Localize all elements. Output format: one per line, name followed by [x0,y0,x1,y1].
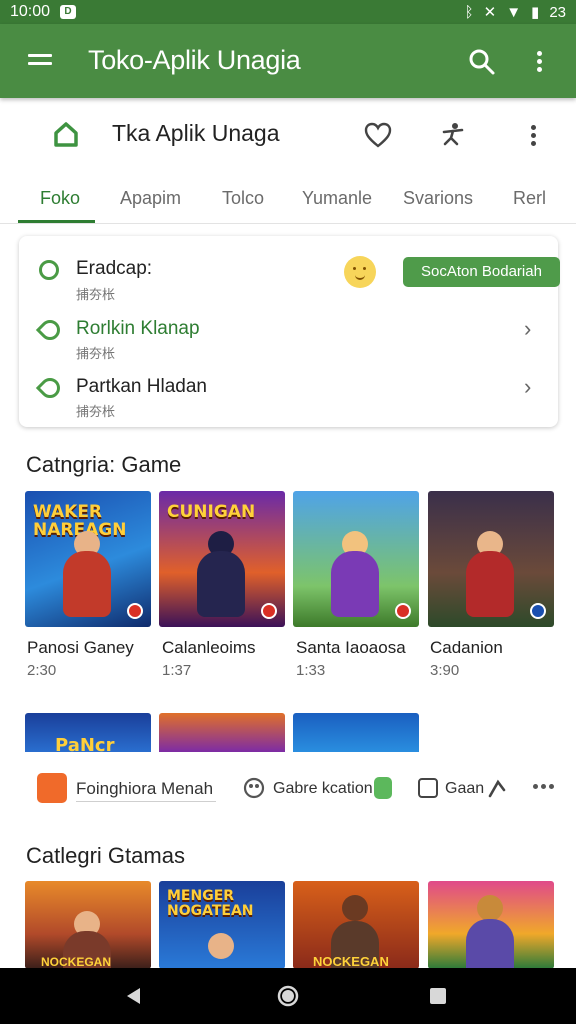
badge-icon [395,603,411,619]
section-title: Catngria: Game [26,452,182,477]
game-tile-partial[interactable] [293,713,419,753]
smiley-icon [344,256,376,288]
chip-bar: Foinghiora Menah Gabre kcation Gaan [0,752,576,824]
status-icons: ᛒ ✕ ▼ ▮ 23 [464,3,566,22]
tab-foko[interactable]: Foko [40,188,80,209]
chip-label[interactable]: Foinghiora Menah [76,779,213,799]
hero-head [477,895,503,921]
card-action-button[interactable]: SocAton Bodariah [403,257,560,287]
recents-icon[interactable] [429,987,447,1005]
badge-icon [261,603,277,619]
card-row-title[interactable]: Partkan Hladan [76,376,207,398]
arrow-icon[interactable] [486,778,508,800]
hero-figure [331,551,379,617]
tab-svarions[interactable]: Svarions [403,188,473,209]
app-title: Toko-Aplik Unagia [88,45,301,75]
more-vert-icon[interactable] [537,51,543,73]
badge-icon [127,603,143,619]
heart-icon[interactable] [364,122,392,148]
tab-indicator [18,220,95,223]
accessibility-icon[interactable] [440,122,466,148]
tab-apapim[interactable]: Apapim [120,188,181,209]
game-art-title: PaNcr [55,735,115,753]
game-tile[interactable] [293,491,419,627]
game-name[interactable]: Santa Iaoaosa [296,638,406,658]
more-vert-icon[interactable] [531,125,537,147]
chip-label[interactable]: Gaan [445,780,484,798]
wifi-icon: ▼ [506,3,522,21]
status-bar: 10:00 D ᛒ ✕ ▼ ▮ 23 [0,0,576,24]
hero-head [208,933,234,959]
game-art-title: NOCKEGAN [313,954,389,969]
game-name[interactable]: Calanleoims [162,638,256,658]
card-row-sub: 捕夯枨 [76,404,116,419]
leaf-icon [35,315,65,345]
battery-icon: ▮ [531,4,540,21]
cup-icon [374,777,392,799]
chip-label[interactable]: Gabre kcation [273,780,373,798]
hero-figure [197,551,245,617]
hero-figure [466,551,514,617]
section-title: Catlegri Gtamas [26,843,185,868]
game-tile[interactable]: WAKER NAREAGN [25,491,151,627]
sub-title: Tka Aplik Unaga [112,120,280,146]
game-tile[interactable]: MENGER NOGATEAN [159,881,285,969]
game-tile[interactable]: NOCKEGAN [25,881,151,969]
game-art-title: NOCKEGAN [41,955,112,969]
circle-icon [39,260,59,280]
card-row-title: Eradcap: [76,258,153,279]
game-name[interactable]: Cadanion [430,638,503,658]
leaf-icon [35,373,65,403]
hero-figure [63,551,111,617]
home-nav-icon[interactable] [276,984,300,1008]
chat-icon [418,778,438,798]
battery-level: 23 [549,3,566,21]
tab-rerl[interactable]: Rerl [513,188,546,209]
chevron-right-icon[interactable]: › [524,316,531,342]
card-row-sub: 捕夯枨 [76,287,116,302]
account-card: Eradcap: 捕夯枨 SocAton Bodariah Rorlkin Kl… [19,236,560,427]
game-meta: 2:30 [27,662,57,679]
game-art-title: CUNIGAN [167,502,256,522]
game-tile-partial[interactable] [159,713,285,753]
bluetooth-icon: ᛒ [464,3,474,21]
card-row-title[interactable]: Rorlkin Klanap [76,318,200,340]
card-row-sub: 捕夯枨 [76,346,116,361]
game-name[interactable]: Panosi Ganey [27,638,134,658]
gamepad-icon [243,777,265,799]
game-meta: 1:33 [296,662,326,679]
home-icon[interactable] [52,120,80,148]
search-icon[interactable] [468,48,496,76]
badge-icon [530,603,546,619]
system-nav-bar [0,968,576,1024]
game-art-title: MENGER NOGATEAN [167,888,254,919]
app-orange-icon [37,773,67,803]
game-meta: 1:37 [162,662,192,679]
game-meta: 3:90 [430,662,460,679]
chip-underline [76,801,216,802]
hero-figure [466,919,514,969]
hero-head [342,895,368,921]
game-tile[interactable]: NOCKEGAN [293,881,419,969]
more-horiz-icon[interactable] [533,784,555,790]
mute-icon: ✕ [483,4,497,21]
status-time: 10:00 [10,3,51,20]
sim-notification-icon: D [60,5,77,19]
app-bar: Toko-Aplik Unagia [0,24,576,98]
game-tile-partial[interactable]: PaNcr [25,713,151,753]
menu-icon[interactable] [28,54,52,70]
tab-yumanle[interactable]: Yumanle [302,188,372,209]
back-icon[interactable] [124,986,144,1006]
game-tile[interactable] [428,491,554,627]
sub-header: Tka Aplik Unaga [0,98,576,174]
chevron-right-icon[interactable]: › [524,374,531,400]
game-tile[interactable] [428,881,554,969]
game-tile[interactable]: CUNIGAN [159,491,285,627]
tab-tolco[interactable]: Tolco [222,188,264,209]
tab-bar: Foko Apapim Tolco Yumanle Svarions Rerl [0,174,576,224]
